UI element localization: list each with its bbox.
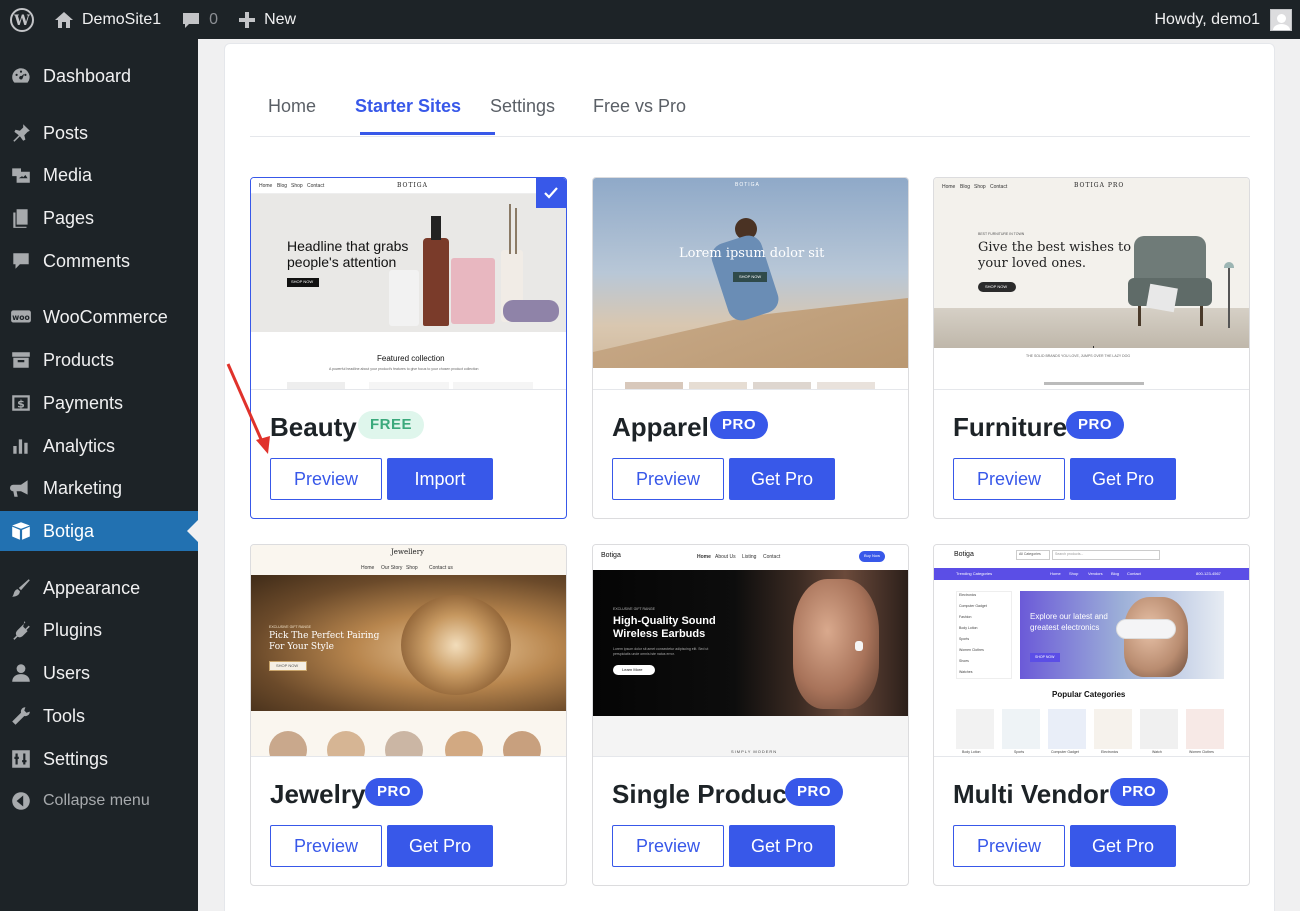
greeting: Howdy, demo1 — [1154, 10, 1260, 28]
new-content-link[interactable]: New — [228, 0, 306, 39]
home-icon — [55, 11, 73, 28]
starter-card-apparel[interactable]: BOTIGA Lorem ipsum dolor sit SHOP NOW Ap… — [592, 177, 909, 519]
avatar — [1270, 8, 1292, 31]
collapse-icon — [8, 788, 34, 814]
selected-check-icon — [536, 178, 566, 208]
menu-payments[interactable]: $ Payments — [0, 383, 198, 423]
wordpress-icon: W — [10, 7, 34, 32]
pro-badge: PRO — [1110, 778, 1169, 806]
menu-dashboard[interactable]: Dashboard — [0, 56, 198, 96]
dashboard-icon — [8, 63, 34, 89]
menu-botiga[interactable]: Botiga — [0, 511, 198, 551]
comment-icon — [8, 248, 34, 274]
preview-button-beauty[interactable]: Preview — [270, 458, 382, 500]
menu-products[interactable]: Products — [0, 340, 198, 380]
pro-badge: PRO — [1066, 411, 1125, 439]
menu-tools[interactable]: Tools — [0, 696, 198, 736]
megaphone-icon — [8, 475, 34, 501]
bar-chart-icon — [8, 433, 34, 459]
my-account[interactable]: Howdy, demo1 — [1144, 0, 1300, 39]
card-title: Multi Vendor — [953, 779, 1109, 809]
starter-card-multi-vendor[interactable]: Botiga All Categories Search products...… — [933, 544, 1250, 886]
apparel-thumbnail: BOTIGA Lorem ipsum dolor sit SHOP NOW — [593, 178, 908, 390]
wordpress-logo[interactable]: W — [0, 0, 44, 39]
preview-button-furniture[interactable]: Preview — [953, 458, 1065, 500]
tab-bar: Home Starter Sites Settings Free vs Pro — [250, 44, 1250, 137]
menu-settings[interactable]: Settings — [0, 739, 198, 779]
preview-button-jewelry[interactable]: Preview — [270, 825, 382, 867]
svg-text:woo: woo — [12, 313, 30, 322]
svg-text:W: W — [13, 13, 30, 29]
menu-users[interactable]: Users — [0, 653, 198, 693]
card-title: Jewelry — [270, 779, 366, 809]
pin-icon — [8, 120, 34, 146]
card-title: Beauty — [270, 412, 357, 442]
collapse-menu-button[interactable]: Collapse menu — [0, 781, 198, 821]
tab-settings[interactable]: Settings — [490, 96, 555, 117]
wrench-icon — [8, 703, 34, 729]
get-pro-button-single-product[interactable]: Get Pro — [729, 825, 835, 867]
menu-comments[interactable]: Comments — [0, 241, 198, 281]
tab-home[interactable]: Home — [268, 96, 316, 117]
archive-icon — [8, 347, 34, 373]
admin-sidebar: Dashboard Posts Media Pages Comments woo… — [0, 39, 198, 911]
pro-badge: PRO — [365, 778, 424, 806]
pro-badge: PRO — [785, 778, 844, 806]
menu-plugins[interactable]: Plugins — [0, 610, 198, 650]
card-title: Furniture — [953, 412, 1068, 442]
tab-free-vs-pro[interactable]: Free vs Pro — [593, 96, 686, 117]
get-pro-button-jewelry[interactable]: Get Pro — [387, 825, 493, 867]
import-button-beauty[interactable]: Import — [387, 458, 493, 500]
plug-icon — [8, 617, 34, 643]
preview-button-apparel[interactable]: Preview — [612, 458, 724, 500]
sliders-icon — [8, 746, 34, 772]
jewelry-thumbnail: Jewellery Home Our Story Shop Contact us… — [251, 545, 566, 757]
single-product-thumbnail: Botiga Home About Us Listing Contact Buy… — [593, 545, 908, 757]
user-icon — [8, 660, 34, 686]
preview-button-multi-vendor[interactable]: Preview — [953, 825, 1065, 867]
furniture-thumbnail: Home Blog Shop Contact BOTIGA PRO BEST F… — [934, 178, 1249, 390]
starter-card-jewelry[interactable]: Jewellery Home Our Story Shop Contact us… — [250, 544, 567, 886]
tab-starter-sites[interactable]: Starter Sites — [355, 96, 461, 117]
active-tab-indicator — [360, 132, 495, 135]
site-name-link[interactable]: DemoSite1 — [44, 0, 171, 39]
pro-badge: PRO — [710, 411, 769, 439]
admin-bar: W DemoSite1 0 New Howdy, demo1 — [0, 0, 1300, 39]
card-title: Single Product — [612, 779, 796, 809]
woo-icon: woo — [8, 304, 34, 330]
get-pro-button-furniture[interactable]: Get Pro — [1070, 458, 1176, 500]
comments-count: 0 — [209, 10, 219, 28]
beauty-thumbnail: Home Blog Shop Contact BOTIGA Headline t… — [251, 178, 566, 390]
free-badge: FREE — [358, 411, 425, 439]
site-name: DemoSite1 — [82, 10, 162, 28]
dollar-icon: $ — [8, 390, 34, 416]
pages-icon — [8, 205, 34, 231]
starter-card-single-product[interactable]: Botiga Home About Us Listing Contact Buy… — [592, 544, 909, 886]
get-pro-button-multi-vendor[interactable]: Get Pro — [1070, 825, 1176, 867]
get-pro-button-apparel[interactable]: Get Pro — [729, 458, 835, 500]
brush-icon — [8, 575, 34, 601]
menu-posts[interactable]: Posts — [0, 113, 198, 153]
multi-vendor-thumbnail: Botiga All Categories Search products...… — [934, 545, 1249, 757]
menu-media[interactable]: Media — [0, 155, 198, 195]
preview-button-single-product[interactable]: Preview — [612, 825, 724, 867]
plus-icon — [239, 11, 256, 28]
menu-woocommerce[interactable]: woo WooCommerce — [0, 297, 198, 337]
new-label: New — [264, 10, 297, 28]
menu-appearance[interactable]: Appearance — [0, 568, 198, 608]
menu-pages[interactable]: Pages — [0, 198, 198, 238]
comments-link[interactable]: 0 — [171, 0, 228, 39]
starter-card-furniture[interactable]: Home Blog Shop Contact BOTIGA PRO BEST F… — [933, 177, 1250, 519]
card-title: Apparel — [612, 412, 709, 442]
menu-marketing[interactable]: Marketing — [0, 468, 198, 508]
media-icon — [8, 162, 34, 188]
starter-sites-panel: Home Starter Sites Settings Free vs Pro … — [224, 43, 1275, 911]
comment-icon — [183, 12, 200, 28]
starter-card-beauty[interactable]: Home Blog Shop Contact BOTIGA Headline t… — [250, 177, 567, 519]
svg-text:$: $ — [17, 397, 25, 410]
botiga-icon — [8, 518, 34, 544]
menu-analytics[interactable]: Analytics — [0, 426, 198, 466]
annotation-arrow-icon — [226, 363, 270, 454]
